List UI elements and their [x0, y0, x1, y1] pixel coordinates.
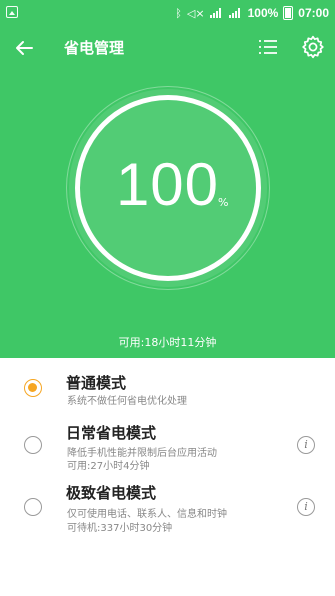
info-icon[interactable]: i: [297, 498, 315, 516]
mode-daily-saver[interactable]: 日常省电模式 降低手机性能并限制后台应用活动 可用:27小时4分钟 i: [0, 414, 335, 476]
battery-level: 100: [115, 151, 220, 218]
battery-percent: 100%: [247, 6, 279, 20]
image-icon: [6, 6, 18, 18]
mode-extreme-saver[interactable]: 极致省电模式 仅可使用电话、联系人、信息和时钟 可待机:337小时30分钟 i: [0, 476, 335, 538]
mode-standby-time: 可待机:337小时30分钟: [67, 523, 173, 534]
battery-icon: [283, 6, 294, 20]
mode-description: 仅可使用电话、联系人、信息和时钟: [67, 509, 227, 520]
battery-level-unit: %: [218, 196, 229, 209]
app-bar: 省电管理: [0, 26, 335, 70]
bluetooth-icon: ᛒ: [175, 6, 182, 20]
mode-normal[interactable]: 普通模式 系统不做任何省电优化处理: [0, 358, 335, 414]
mode-name: 日常省电模式: [66, 424, 157, 442]
mode-name: 极致省电模式: [66, 484, 157, 502]
mode-normal-radio[interactable]: [24, 379, 42, 397]
mute-icon: ◁×: [186, 6, 205, 20]
4g-signal-icon: [209, 8, 224, 18]
mode-available-time: 可用:27小时4分钟: [67, 461, 150, 472]
mode-description: 系统不做任何省电优化处理: [67, 396, 187, 407]
available-time: 可用:18小时11分钟: [118, 336, 217, 349]
back-arrow-icon[interactable]: [12, 36, 36, 60]
mode-daily-saver-radio[interactable]: [24, 436, 42, 454]
power-mode-list: 普通模式 系统不做任何省电优化处理 日常省电模式 降低手机性能并限制后台应用活动…: [0, 358, 335, 538]
mode-extreme-saver-radio[interactable]: [24, 498, 42, 516]
info-icon[interactable]: i: [297, 436, 315, 454]
page-title: 省电管理: [64, 39, 125, 57]
gear-icon[interactable]: [300, 34, 326, 60]
status-bar: ᛒ ◁× 100% 07:00: [0, 0, 335, 26]
clock: 07:00: [298, 6, 329, 20]
list-icon[interactable]: [256, 35, 280, 59]
mode-name: 普通模式: [66, 374, 127, 392]
cell-signal-icon: [228, 8, 243, 18]
